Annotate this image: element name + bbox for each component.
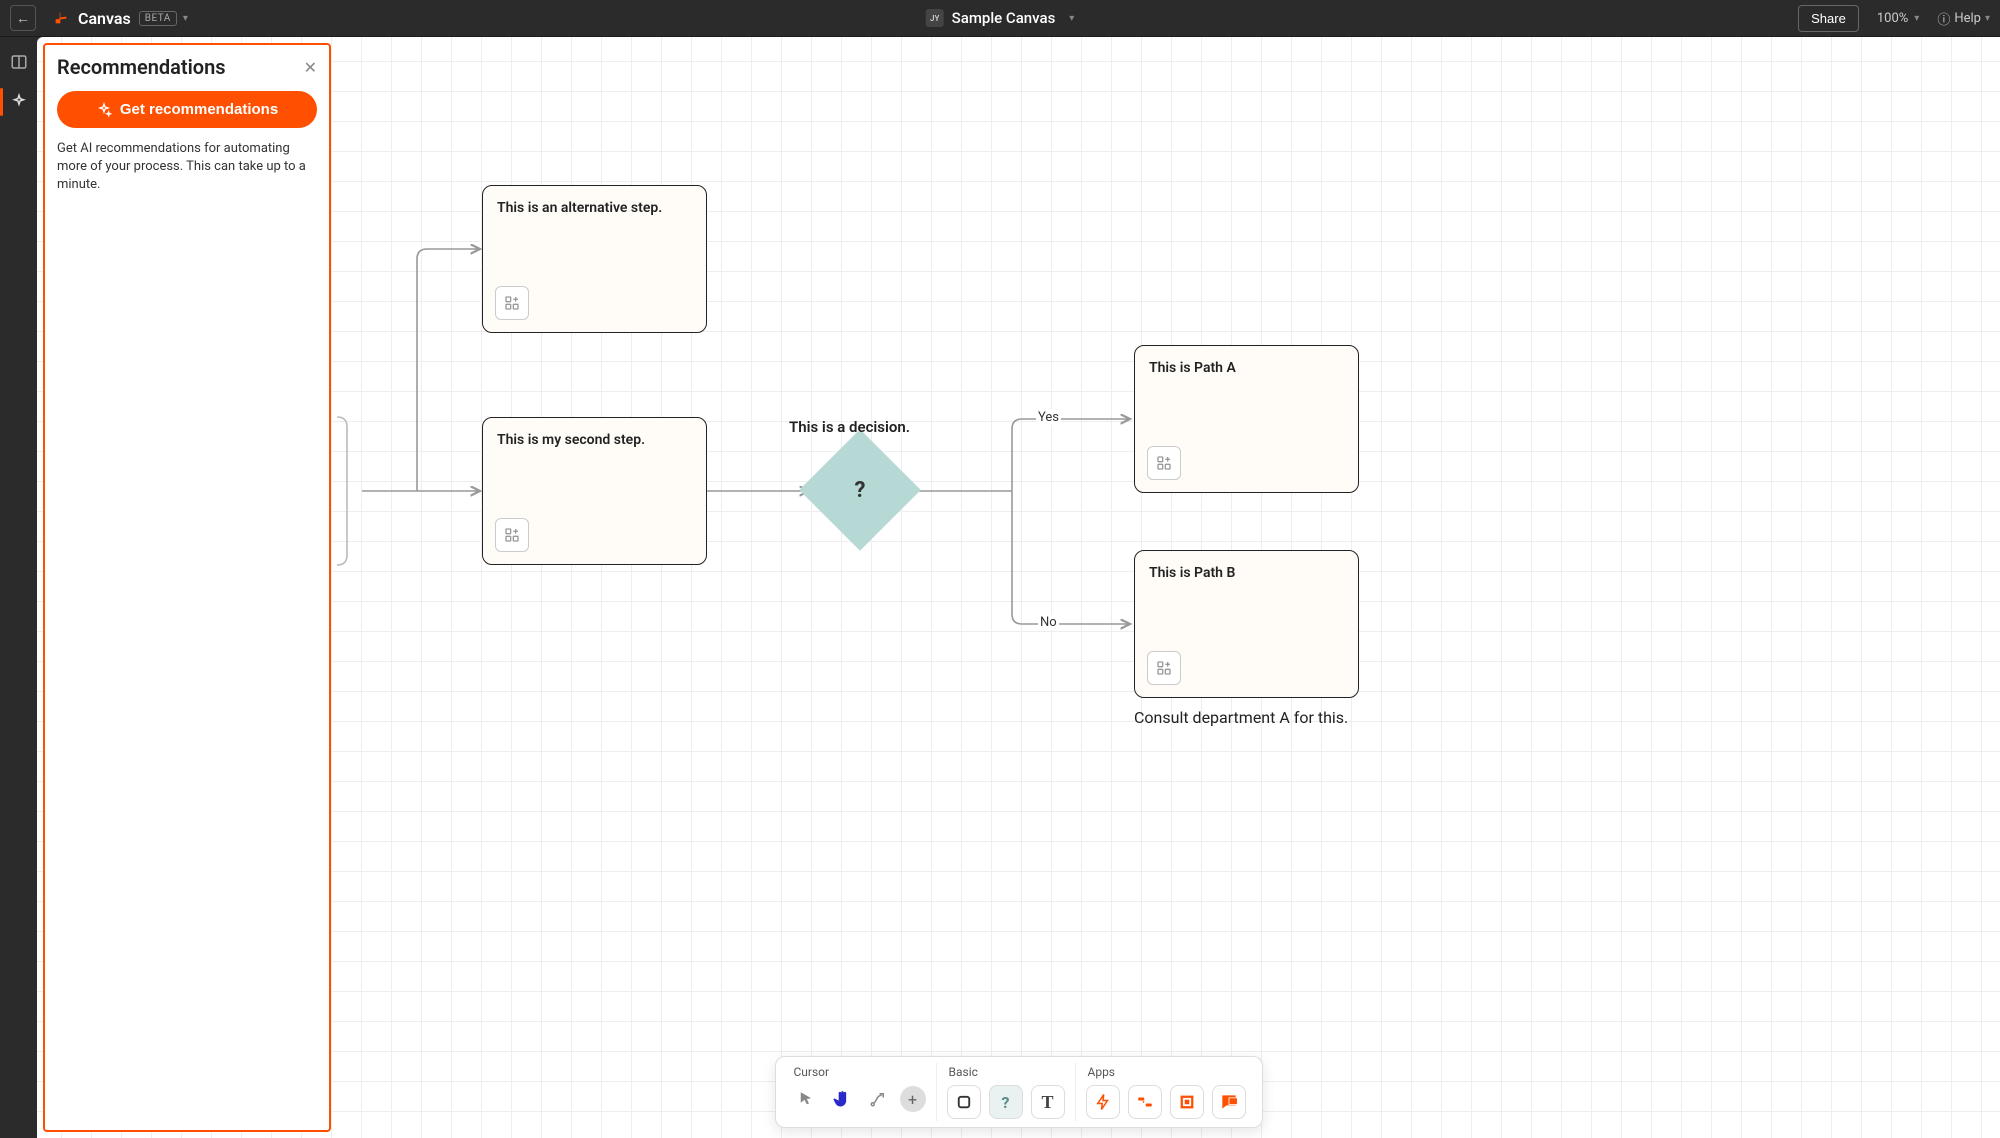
node-decision[interactable]: ? [799, 429, 921, 551]
share-button[interactable]: Share [1798, 5, 1859, 32]
get-recommendations-button[interactable]: Get recommendations [57, 91, 317, 128]
tool-group-apps: Apps [1076, 1063, 1256, 1121]
sparkle-icon [96, 102, 112, 118]
recommendations-panel: Recommendations ✕ Get recommendations Ge… [43, 43, 331, 1132]
text-tool-icon[interactable]: T [1031, 1085, 1065, 1119]
node-caption-path-b: Consult department A for this. [1134, 708, 1348, 727]
add-app-icon[interactable] [495, 518, 529, 552]
avatar: JY [926, 9, 944, 27]
decision-tool-icon[interactable]: ? [989, 1085, 1023, 1119]
library-icon[interactable] [8, 51, 30, 73]
canvas-name: Sample Canvas [952, 9, 1056, 27]
add-app-icon[interactable] [495, 286, 529, 320]
node-second-step[interactable]: This is my second step. [482, 417, 707, 565]
panel-title: Recommendations [57, 55, 226, 79]
app-title: Canvas [78, 9, 131, 28]
connector-icon[interactable] [864, 1085, 892, 1113]
node-path-b[interactable]: This is Path B [1134, 550, 1359, 698]
close-icon[interactable]: ✕ [304, 58, 317, 77]
canvas[interactable]: Recommendations ✕ Get recommendations Ge… [37, 37, 2000, 1138]
canvas-title-group[interactable]: JY Sample Canvas ▾ [926, 9, 1075, 27]
rectangle-tool-icon[interactable] [947, 1085, 981, 1119]
beta-badge: BETA [139, 11, 177, 26]
sparkle-icon[interactable] [8, 91, 30, 113]
tool-group-cursor: Cursor + [782, 1063, 937, 1121]
edge-label-yes: Yes [1036, 410, 1061, 425]
edge-label-no: No [1038, 615, 1059, 630]
add-app-icon[interactable] [1147, 651, 1181, 685]
chevron-down-icon: ▾ [1914, 13, 1919, 24]
add-app-icon[interactable] [1147, 446, 1181, 480]
help-icon: ⓘ [1937, 9, 1950, 28]
app-zap-icon[interactable] [1086, 1085, 1120, 1119]
node-path-a[interactable]: This is Path A [1134, 345, 1359, 493]
edges-layer [37, 37, 2000, 1138]
add-tool-icon[interactable]: + [900, 1086, 926, 1112]
help-button[interactable]: ⓘ Help ▾ [1937, 9, 1990, 28]
left-rail [0, 37, 37, 1138]
chevron-down-icon[interactable]: ▾ [1069, 13, 1074, 24]
app-chat-icon[interactable] [1212, 1085, 1246, 1119]
node-alternative-step[interactable]: This is an alternative step. [482, 185, 707, 333]
back-button[interactable]: ← [10, 5, 36, 31]
app-flow-icon[interactable] [1128, 1085, 1162, 1119]
tool-group-basic: Basic ? T [937, 1063, 1076, 1121]
chevron-down-icon[interactable]: ▾ [183, 13, 188, 24]
cursor-pointer-icon[interactable] [792, 1085, 820, 1113]
hand-pan-icon[interactable] [828, 1085, 856, 1113]
zapier-logo-icon [52, 9, 70, 27]
panel-description: Get AI recommendations for automating mo… [57, 140, 317, 195]
app-frame-icon[interactable] [1170, 1085, 1204, 1119]
top-bar: ← Canvas BETA ▾ JY Sample Canvas ▾ Share… [0, 0, 2000, 37]
chevron-down-icon: ▾ [1985, 13, 1990, 24]
toolbox: Cursor + Basic [775, 1056, 1263, 1128]
zoom-display[interactable]: 100% ▾ [1877, 11, 1919, 26]
decision-label: This is a decision. [789, 418, 910, 436]
